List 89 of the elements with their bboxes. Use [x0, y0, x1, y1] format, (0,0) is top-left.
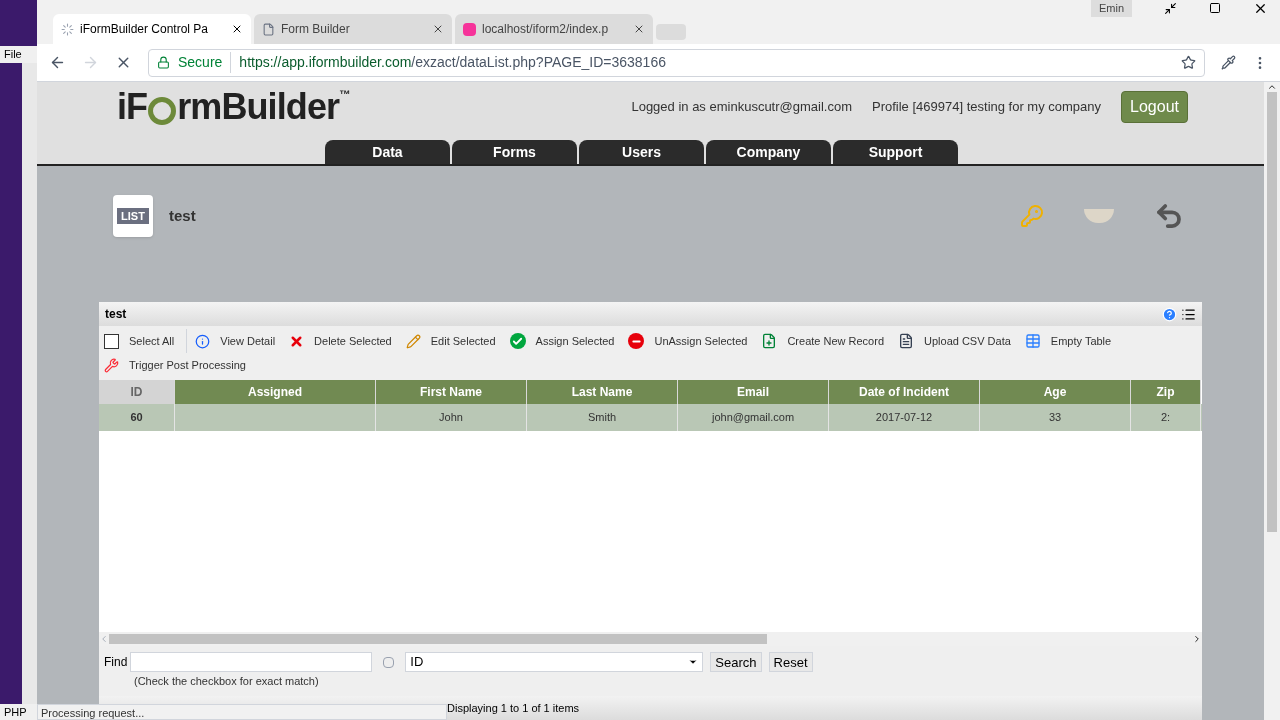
column-header[interactable]: Last Name	[527, 380, 678, 404]
logo: iF rmBuilder™	[117, 89, 350, 125]
table-cell-text: John	[439, 410, 463, 426]
toolbar-button[interactable]: Assign Selected	[509, 329, 629, 353]
user-name: Emin	[1090, 0, 1132, 17]
browser-tab[interactable]: iFormBuilder Control Pa	[53, 14, 251, 44]
column-header[interactable]: Date of Incident	[829, 380, 980, 404]
eyedropper-icon	[1221, 55, 1236, 70]
logout-button[interactable]: Logout	[1121, 91, 1188, 123]
field-select[interactable]: ID	[405, 652, 704, 672]
table-row[interactable]: 60 John Smith john@gmail.com 2017-07-12 33 2:	[99, 404, 1202, 431]
info-icon	[195, 333, 211, 349]
url-text: https://app.iformbuilder.com/exzact/dataList.php?PAGE_ID=3638166	[239, 53, 667, 72]
toolbar-button[interactable]: Empty Table	[1024, 329, 1126, 353]
scroll-up-icon	[1267, 82, 1277, 92]
star-icon	[1181, 55, 1196, 70]
tools-icon	[104, 357, 119, 373]
toolbar-button[interactable]: Create New Record	[761, 329, 898, 353]
table-cell-text: Smith	[587, 410, 617, 426]
exact-match-checkbox[interactable]	[383, 656, 395, 668]
pencil-icon	[405, 333, 421, 349]
scroll-right-icon	[1192, 634, 1202, 644]
nav-tab[interactable]: Data	[325, 140, 450, 164]
close-icon	[432, 23, 444, 35]
address-bar[interactable]: Secure https://app.iformbuilder.com/exzact/dataList.php?PAGE_ID=3638166	[148, 48, 1205, 77]
back-icon	[49, 54, 66, 71]
nav-tab[interactable]: Support	[833, 140, 958, 164]
column-header[interactable]: Email	[678, 380, 829, 404]
minus-icon	[628, 333, 645, 349]
site-icon	[463, 22, 476, 36]
toolbar-button[interactable]: Trigger Post Processing	[104, 353, 260, 377]
browser-tab[interactable]: Form Builder	[254, 14, 452, 44]
pager-text: Displaying 1 to 1 of 1 items	[447, 700, 580, 716]
logo-mark-icon	[148, 97, 177, 125]
nav-tab[interactable]: Forms	[452, 140, 577, 164]
lock-icon	[157, 56, 170, 69]
toolbar-button[interactable]: Edit Selected	[405, 329, 510, 353]
column-header[interactable]: Age	[980, 380, 1131, 404]
check-icon	[509, 333, 526, 349]
find-label: Find	[104, 654, 128, 671]
status-text: Processing request...	[37, 704, 447, 720]
toolbar-button[interactable]: Delete Selected	[289, 329, 406, 353]
table-cell-text: 33	[1048, 410, 1062, 426]
logged-in-text: Logged in as eminkuscutr@gmail.com	[631, 98, 852, 117]
table-cell-text: 2017-07-12	[875, 410, 933, 426]
column-header[interactable]: First Name	[376, 380, 527, 404]
table-cell-text: john@gmail.com	[711, 410, 795, 426]
table-cell-text: 2:	[1160, 410, 1171, 426]
close-icon	[231, 23, 243, 35]
table-cell-text: 60	[130, 410, 143, 426]
toolbar-button[interactable]: View Detail	[195, 329, 290, 353]
nav-tab[interactable]: Company	[706, 140, 831, 164]
toolbar-label: Select All	[129, 333, 175, 349]
toolbar-button[interactable]: Upload CSV Data	[898, 329, 1025, 353]
scroll-left-icon	[99, 634, 109, 644]
menu-label: File	[0, 46, 37, 63]
page-icon	[262, 22, 275, 36]
key-icon	[1020, 204, 1044, 228]
column-header[interactable]: Assigned	[175, 380, 376, 404]
column-header[interactable]: ID	[99, 380, 175, 404]
page-title: test	[169, 205, 196, 226]
columns-icon	[1181, 306, 1196, 322]
select-all-checkbox[interactable]	[104, 333, 119, 349]
csv-file-icon	[898, 333, 914, 349]
vertical-scrollbar[interactable]	[1264, 82, 1280, 720]
column-header[interactable]: Zip	[1131, 380, 1201, 404]
browser-tab[interactable]: localhost/iform2/index.p	[455, 14, 653, 44]
taskbar-label: PHP	[0, 703, 37, 720]
list-icon: LIST	[113, 195, 153, 237]
search-button[interactable]: Search	[710, 652, 762, 672]
secure-label: Secure	[178, 52, 232, 73]
profile-text: Profile [469974] testing for my company	[872, 98, 1102, 117]
nav-tab[interactable]: Users	[579, 140, 704, 164]
file-plus-icon	[761, 333, 778, 349]
reset-button[interactable]: Reset	[768, 652, 813, 672]
table-icon	[1024, 333, 1041, 349]
forward-icon	[82, 54, 99, 71]
loading-icon	[61, 22, 74, 36]
back-arrow-icon	[1154, 201, 1184, 231]
close-icon	[633, 23, 645, 35]
toolbar-button[interactable]: UnAssign Selected	[628, 329, 762, 353]
grid-title: test	[105, 306, 128, 323]
help-icon	[1162, 306, 1177, 322]
bowl-icon	[1084, 209, 1114, 223]
find-field[interactable]	[130, 652, 373, 672]
dropdown-icon	[688, 657, 699, 667]
horizontal-scrollbar[interactable]	[99, 632, 1202, 646]
find-hint: (Check the checkbox for exact match)	[133, 674, 320, 689]
maximize-icon	[1209, 2, 1221, 15]
